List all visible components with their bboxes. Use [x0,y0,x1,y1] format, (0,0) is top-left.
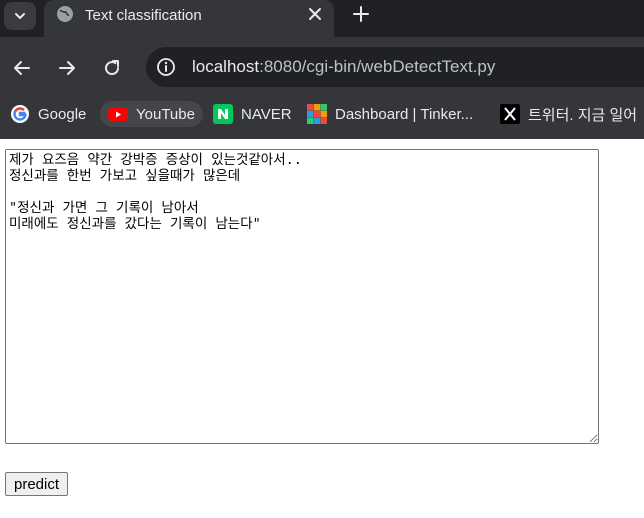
back-icon[interactable] [12,58,32,78]
close-icon[interactable] [306,5,324,23]
tab-title: Text classification [85,7,202,24]
tab-search-button[interactable] [4,2,36,30]
bookmark-dashboard[interactable]: Dashboard | Tinker... [307,101,473,127]
url-text[interactable]: localhost:8080/cgi-bin/webDetectText.py [192,57,495,77]
bookmark-google[interactable]: Google [10,101,86,127]
tinkercad-icon [307,104,327,124]
globe-icon [57,6,73,22]
forward-icon[interactable] [57,58,77,78]
bookmark-youtube[interactable]: YouTube [100,101,203,127]
bookmark-twitter[interactable]: 트위터. 지금 일어 [500,101,637,127]
reload-icon[interactable] [102,58,122,78]
new-tab-icon[interactable] [352,5,370,23]
naver-icon [213,104,233,124]
predict-button[interactable]: predict [5,472,69,496]
info-icon[interactable] [154,55,178,79]
chevron-down-icon [15,13,25,19]
page-content: 제가 요즈음 약간 강박증 증상이 있는것같아서.. 정신과를 한번 가보고 싶… [0,139,644,518]
x-icon [500,104,520,124]
active-tab[interactable]: Text classification [44,0,334,37]
address-bar[interactable]: localhost:8080/cgi-bin/webDetectText.py [146,47,644,87]
browser-chrome: Text classification localhost:8080/cgi-b… [0,0,644,139]
google-icon [11,105,29,123]
text-input[interactable]: 제가 요즈음 약간 강박증 증상이 있는것같아서.. 정신과를 한번 가보고 싶… [5,149,599,444]
tab-strip: Text classification [0,0,644,37]
youtube-icon [108,108,128,121]
bookmark-naver[interactable]: NAVER [213,101,292,127]
